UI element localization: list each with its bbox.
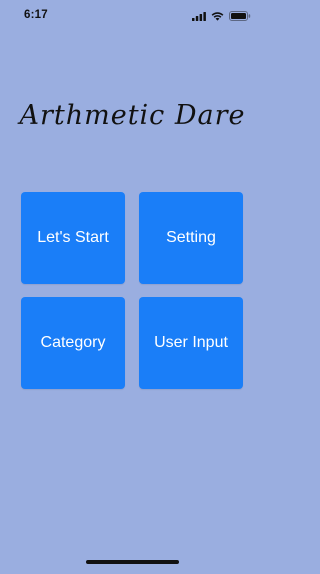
lets-start-button[interactable]: Let's Start [21, 192, 125, 284]
battery-icon [229, 11, 251, 21]
app-title: Arthmetic Dare [19, 100, 246, 131]
category-button[interactable]: Category [21, 297, 125, 389]
setting-button[interactable]: Setting [139, 192, 243, 284]
category-label: Category [40, 334, 106, 351]
wifi-icon [211, 11, 224, 21]
user-input-label: User Input [154, 334, 228, 351]
home-indicator[interactable] [86, 560, 179, 564]
status-icons [192, 11, 251, 21]
signal-icon [192, 11, 206, 21]
status-time: 6:17 [24, 9, 48, 21]
status-bar: 6:17 [0, 0, 265, 30]
user-input-button[interactable]: User Input [139, 297, 243, 389]
setting-label: Setting [166, 229, 216, 246]
lets-start-label: Let's Start [37, 229, 109, 246]
